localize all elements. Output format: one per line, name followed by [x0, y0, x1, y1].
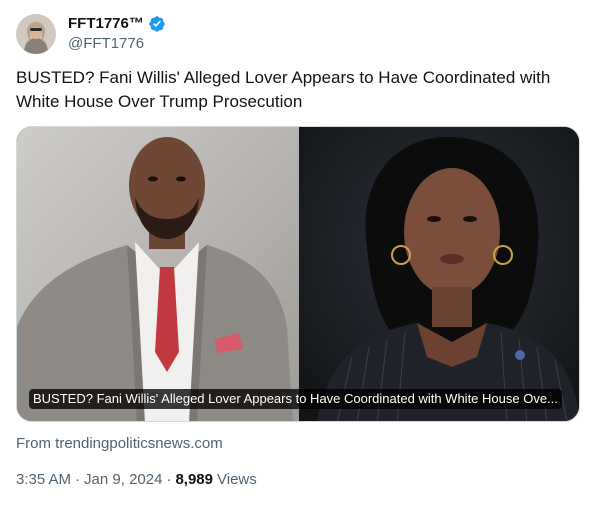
- card-image: [17, 127, 579, 421]
- name-row: FFT1776™: [68, 14, 166, 34]
- views-label[interactable]: Views: [217, 470, 257, 490]
- handle[interactable]: @FFT1776: [68, 34, 166, 54]
- tweet-text: BUSTED? Fani Willis' Alleged Lover Appea…: [16, 68, 551, 111]
- tweet-header: FFT1776™ @FFT1776: [16, 12, 596, 56]
- verified-badge-icon[interactable]: [148, 15, 166, 33]
- tweet-date[interactable]: Jan 9, 2024: [84, 470, 162, 490]
- card-caption: BUSTED? Fani Willis' Alleged Lover Appea…: [29, 389, 562, 409]
- display-name[interactable]: FFT1776™: [68, 14, 144, 34]
- meta-separator: ·: [75, 471, 81, 488]
- link-card[interactable]: BUSTED? Fani Willis' Alleged Lover Appea…: [16, 126, 580, 422]
- views-count[interactable]: 8,989: [175, 470, 213, 490]
- tweet-time[interactable]: 3:35 AM: [16, 470, 71, 490]
- card-source-link[interactable]: From trendingpoliticsnews.com: [16, 434, 223, 454]
- meta-separator: ·: [166, 471, 172, 488]
- avatar-image: [16, 14, 56, 54]
- user-info: FFT1776™ @FFT1776: [68, 14, 166, 54]
- tweet-meta: 3:35 AM · Jan 9, 2024 · 8,989 Views: [16, 470, 257, 490]
- avatar[interactable]: [16, 14, 56, 54]
